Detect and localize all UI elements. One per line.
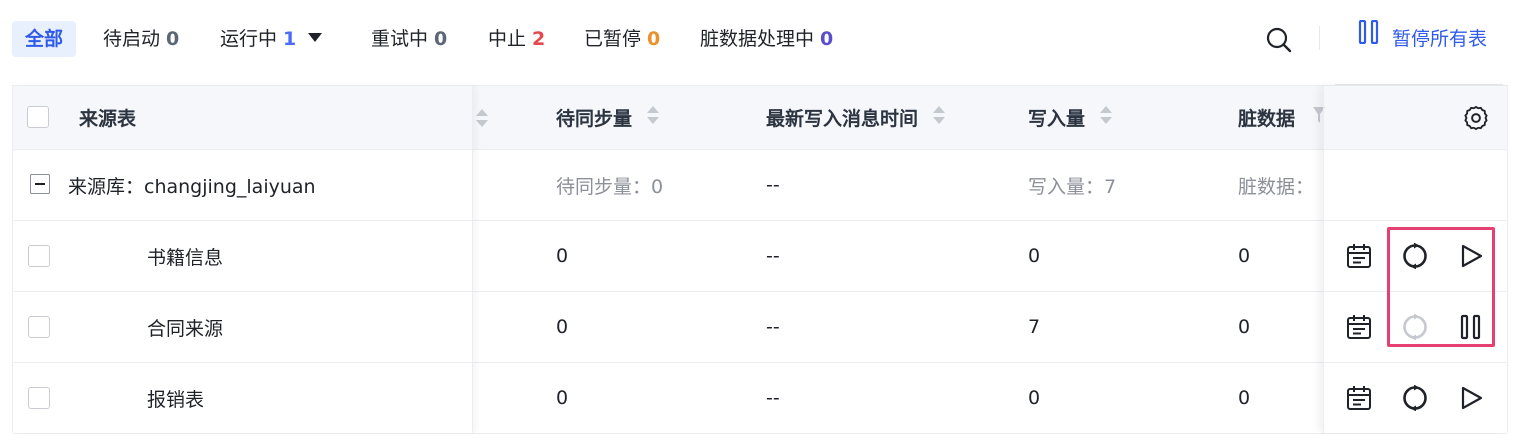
table-name: 书籍信息 bbox=[147, 246, 224, 269]
filter-tab-count: 1 bbox=[283, 28, 297, 50]
group-label: 来源库：changjing_laiyuan bbox=[68, 175, 316, 198]
filter-tab-aborted[interactable]: 中止 2 bbox=[488, 21, 545, 57]
filter-tab-running[interactable]: 运行中 1 bbox=[220, 21, 323, 57]
filter-tab-label: 已暂停 bbox=[584, 28, 642, 50]
col-header-dirty[interactable]: 脏数据 bbox=[1238, 86, 1326, 149]
col-header-latest-time[interactable]: 最新写入消息时间 bbox=[766, 86, 946, 149]
pending-value: 0 bbox=[556, 387, 569, 409]
filter-tab-label: 重试中 bbox=[371, 28, 429, 50]
group-latest-time: -- bbox=[766, 174, 780, 196]
filter-tab-label: 待启动 bbox=[103, 28, 161, 50]
dirty-value: 0 bbox=[1238, 316, 1251, 338]
sort-icon[interactable] bbox=[1099, 103, 1113, 132]
calendar-icon[interactable] bbox=[1346, 385, 1372, 411]
latest-time-value: -- bbox=[766, 245, 780, 267]
toolbar-divider bbox=[1319, 26, 1320, 50]
sync-icon[interactable] bbox=[1402, 384, 1428, 412]
dirty-value: 0 bbox=[1238, 245, 1251, 267]
col-header-source: 来源表 bbox=[79, 108, 137, 130]
table-header: 来源表 待同步量 最新写入消息时间 写入量 脏数据 bbox=[13, 86, 1507, 150]
write-count-value: 0 bbox=[1028, 245, 1041, 267]
sync-table: 来源表 待同步量 最新写入消息时间 写入量 脏数据 来源库：changjing_… bbox=[12, 85, 1508, 434]
write-count-value: 7 bbox=[1028, 316, 1041, 338]
filter-icon[interactable] bbox=[1313, 105, 1326, 130]
filter-tab-dirty-processing[interactable]: 脏数据处理中 0 bbox=[700, 21, 833, 57]
filter-tab-label: 运行中 bbox=[220, 28, 278, 50]
filter-tab-all[interactable]: 全部 bbox=[12, 21, 77, 57]
filter-tab-paused[interactable]: 已暂停 0 bbox=[584, 21, 660, 57]
calendar-icon[interactable] bbox=[1346, 243, 1372, 269]
pause-all-label: 暂停所有表 bbox=[1392, 28, 1488, 50]
calendar-icon[interactable] bbox=[1346, 314, 1372, 340]
filter-tab-retrying[interactable]: 重试中 0 bbox=[371, 21, 447, 57]
col-header-label: 最新写入消息时间 bbox=[766, 108, 919, 130]
group-write-count: 写入量：7 bbox=[1028, 175, 1117, 198]
filter-tab-count: 0 bbox=[166, 28, 180, 50]
collapse-icon[interactable] bbox=[30, 174, 50, 194]
sort-icon[interactable] bbox=[646, 103, 660, 132]
filter-tab-label: 脏数据处理中 bbox=[700, 28, 815, 50]
latest-time-value: -- bbox=[766, 316, 780, 338]
table-name: 报销表 bbox=[147, 388, 205, 411]
group-dirty: 脏数据： bbox=[1238, 175, 1315, 198]
filter-tab-label: 中止 bbox=[488, 28, 527, 50]
select-all-checkbox[interactable] bbox=[27, 106, 49, 128]
gear-icon[interactable] bbox=[1463, 86, 1489, 149]
col-header-label: 脏数据 bbox=[1238, 108, 1296, 130]
status-filter-bar: 全部 待启动 0 运行中 1 重试中 0 中止 2 已暂停 0 脏数据处理中 0 暂停所有表 bbox=[0, 0, 1521, 85]
col-header-label: 待同步量 bbox=[556, 108, 633, 130]
filter-tab-label: 全部 bbox=[25, 28, 64, 50]
play-icon[interactable] bbox=[1458, 385, 1484, 411]
latest-time-value: -- bbox=[766, 387, 780, 409]
group-pending: 待同步量：0 bbox=[556, 175, 664, 198]
write-count-value: 0 bbox=[1028, 387, 1041, 409]
col-header-pending[interactable]: 待同步量 bbox=[556, 86, 660, 149]
highlight-box bbox=[1387, 227, 1495, 347]
col-header-label: 写入量 bbox=[1028, 108, 1086, 130]
col-header-write-count[interactable]: 写入量 bbox=[1028, 86, 1113, 149]
group-row: 来源库：changjing_laiyuan 待同步量：0 -- 写入量：7 脏数… bbox=[13, 150, 1507, 221]
row-checkbox[interactable] bbox=[28, 316, 50, 338]
table-name: 合同来源 bbox=[147, 317, 224, 340]
pause-icon bbox=[1358, 19, 1380, 56]
caret-down-icon[interactable] bbox=[308, 33, 323, 42]
filter-tab-count: 0 bbox=[820, 28, 834, 50]
pending-value: 0 bbox=[556, 245, 569, 267]
filter-tab-count: 2 bbox=[532, 28, 546, 50]
filter-tab-pending-start[interactable]: 待启动 0 bbox=[103, 21, 179, 57]
table-row: 报销表 0 -- 0 0 bbox=[13, 363, 1507, 434]
table-row: 书籍信息 0 -- 0 0 bbox=[13, 221, 1507, 292]
dirty-value: 0 bbox=[1238, 387, 1251, 409]
row-checkbox[interactable] bbox=[28, 245, 50, 267]
sort-icon[interactable] bbox=[475, 86, 489, 149]
sort-icon[interactable] bbox=[932, 103, 946, 132]
table-row: 合同来源 0 -- 7 0 bbox=[13, 292, 1507, 363]
filter-tab-count: 0 bbox=[647, 28, 661, 50]
pause-all-tables-button[interactable]: 暂停所有表 bbox=[1358, 19, 1488, 57]
filter-tab-count: 0 bbox=[434, 28, 448, 50]
row-checkbox[interactable] bbox=[28, 387, 50, 409]
search-icon[interactable] bbox=[1265, 26, 1293, 54]
pending-value: 0 bbox=[556, 316, 569, 338]
